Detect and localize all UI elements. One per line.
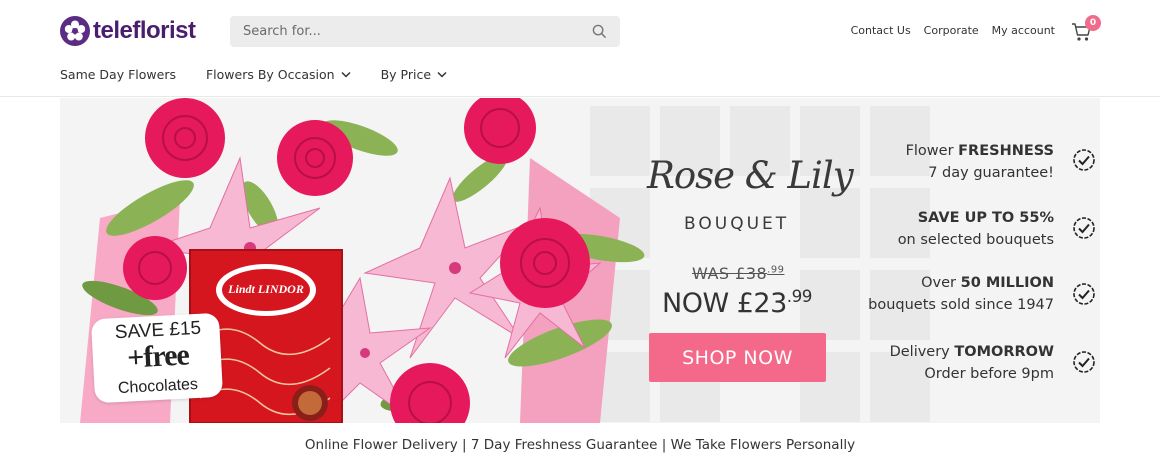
header-divider [0, 96, 1160, 97]
nav-by-price[interactable]: By Price [381, 67, 447, 82]
check-circle-icon [1073, 149, 1095, 171]
logo-flower-icon [60, 16, 90, 46]
usp-bold: SAVE UP TO 55% [917, 210, 1054, 226]
shop-now-button[interactable]: SHOP NOW [649, 333, 826, 382]
was-price-main: WAS £38 [692, 264, 768, 283]
nav-label: By Price [380, 67, 432, 82]
search-input[interactable] [230, 16, 570, 47]
product-subtitle: BOUQUET [684, 214, 790, 234]
now-price: NOW £23.99 [662, 286, 812, 319]
usp-subtext: 7 day guarantee! [928, 165, 1054, 181]
search-icon[interactable] [592, 24, 607, 39]
tagline: Online Flower Delivery | 7 Day Freshness… [304, 437, 856, 453]
logo[interactable]: teleflorist [60, 16, 196, 46]
check-circle-icon [1073, 283, 1095, 305]
nav-flowers-by-occasion[interactable]: Flowers By Occasion [206, 67, 351, 82]
usp-bold: TOMORROW [954, 344, 1054, 360]
top-links: Contact Us Corporate My account [851, 24, 1055, 37]
check-circle-icon [1073, 351, 1095, 373]
corporate-link[interactable]: Corporate [924, 24, 979, 37]
my-account-link[interactable]: My account [992, 24, 1055, 37]
usp-savings: SAVE UP TO 55% on selected bouquets [898, 207, 1054, 251]
cart-count-badge: 0 [1085, 15, 1101, 31]
nav-label: Same Day Flowers [60, 67, 176, 82]
contact-us-link[interactable]: Contact Us [851, 24, 911, 37]
usp-text: Flower [905, 143, 959, 159]
logo-text: teleflorist [93, 17, 196, 44]
now-price-pence: .99 [786, 286, 813, 306]
main-nav: Same Day Flowers Flowers By Occasion By … [60, 67, 477, 82]
was-price: WAS £38.99 [692, 264, 784, 283]
usp-bouquets-sold: Over 50 MILLION bouquets sold since 1947 [868, 272, 1054, 316]
nav-same-day-flowers[interactable]: Same Day Flowers [60, 67, 176, 82]
usp-freshness: Flower FRESHNESS 7 day guarantee! [906, 140, 1054, 184]
usp-bold: 50 MILLION [960, 275, 1054, 291]
search-bar [230, 16, 620, 47]
hero-banner[interactable]: Lindt LINDOR SAVE £15 +free Chocolates R… [60, 98, 1100, 423]
now-price-main: NOW £23 [662, 288, 787, 319]
usp-subtext: bouquets sold since 1947 [868, 297, 1054, 313]
product-title: Rose & Lily [647, 154, 854, 197]
usp-text: Over [921, 275, 961, 291]
was-price-pence: .99 [767, 264, 785, 276]
chevron-down-icon [437, 71, 447, 78]
check-circle-icon [1073, 217, 1095, 239]
usp-subtext: Order before 9pm [924, 366, 1054, 382]
usp-delivery: Delivery TOMORROW Order before 9pm [890, 341, 1054, 385]
usp-bold: FRESHNESS [958, 143, 1054, 159]
product-box-label: Lindt LINDOR [228, 282, 304, 296]
promo-free-text: +free [126, 338, 190, 375]
nav-label: Flowers By Occasion [205, 67, 335, 82]
usp-subtext: on selected bouquets [897, 232, 1054, 248]
chevron-down-icon [341, 71, 351, 78]
usp-text: Delivery [889, 344, 955, 360]
